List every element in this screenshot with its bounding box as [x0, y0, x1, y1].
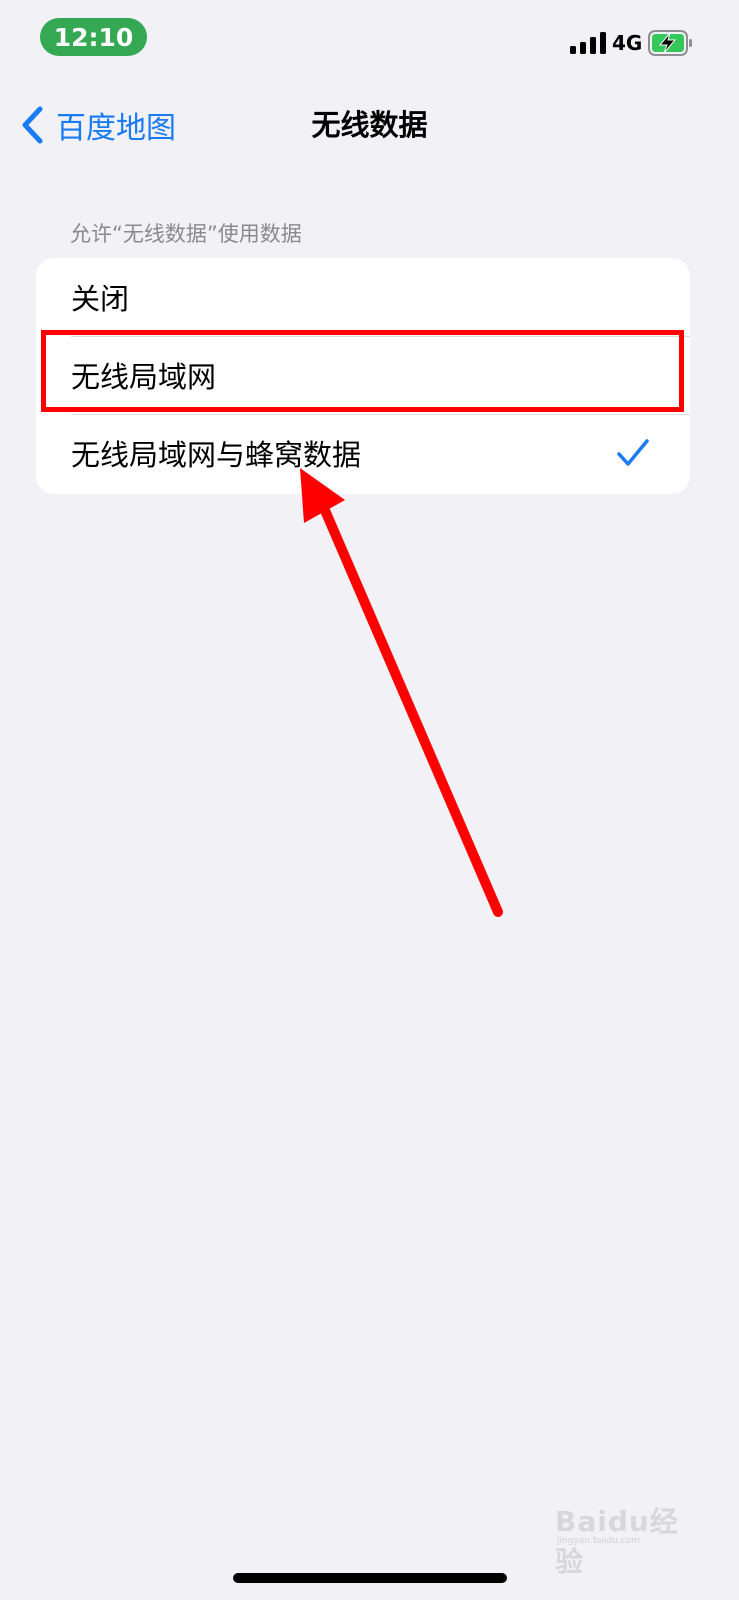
watermark-subtext: jingyan.baidu.com [557, 1536, 641, 1546]
baidu-watermark: Baidu经验 jingyan.baidu.com [555, 1500, 705, 1578]
home-indicator[interactable] [233, 1573, 507, 1583]
cellular-signal-icon [570, 32, 606, 54]
battery-charging-icon [648, 30, 692, 56]
section-header: 允许“无线数据”使用数据 [70, 222, 302, 246]
data-usage-options: 关闭 无线局域网 无线局域网与蜂窝数据 [36, 258, 690, 494]
option-label: 关闭 [71, 282, 130, 316]
navigation-bar: 百度地图 无线数据 [0, 90, 739, 160]
page-title: 无线数据 [311, 108, 428, 142]
option-label: 无线局域网与蜂窝数据 [71, 438, 362, 472]
option-wlan[interactable]: 无线局域网 [36, 336, 690, 414]
network-type-label: 4G [612, 31, 643, 55]
option-wlan-and-cellular[interactable]: 无线局域网与蜂窝数据 [36, 414, 690, 492]
checkmark-icon [617, 439, 649, 466]
option-label: 无线局域网 [71, 360, 217, 394]
status-time: 12:10 [40, 18, 147, 56]
status-bar: 12:10 4G [0, 0, 739, 80]
option-off[interactable]: 关闭 [36, 258, 690, 336]
